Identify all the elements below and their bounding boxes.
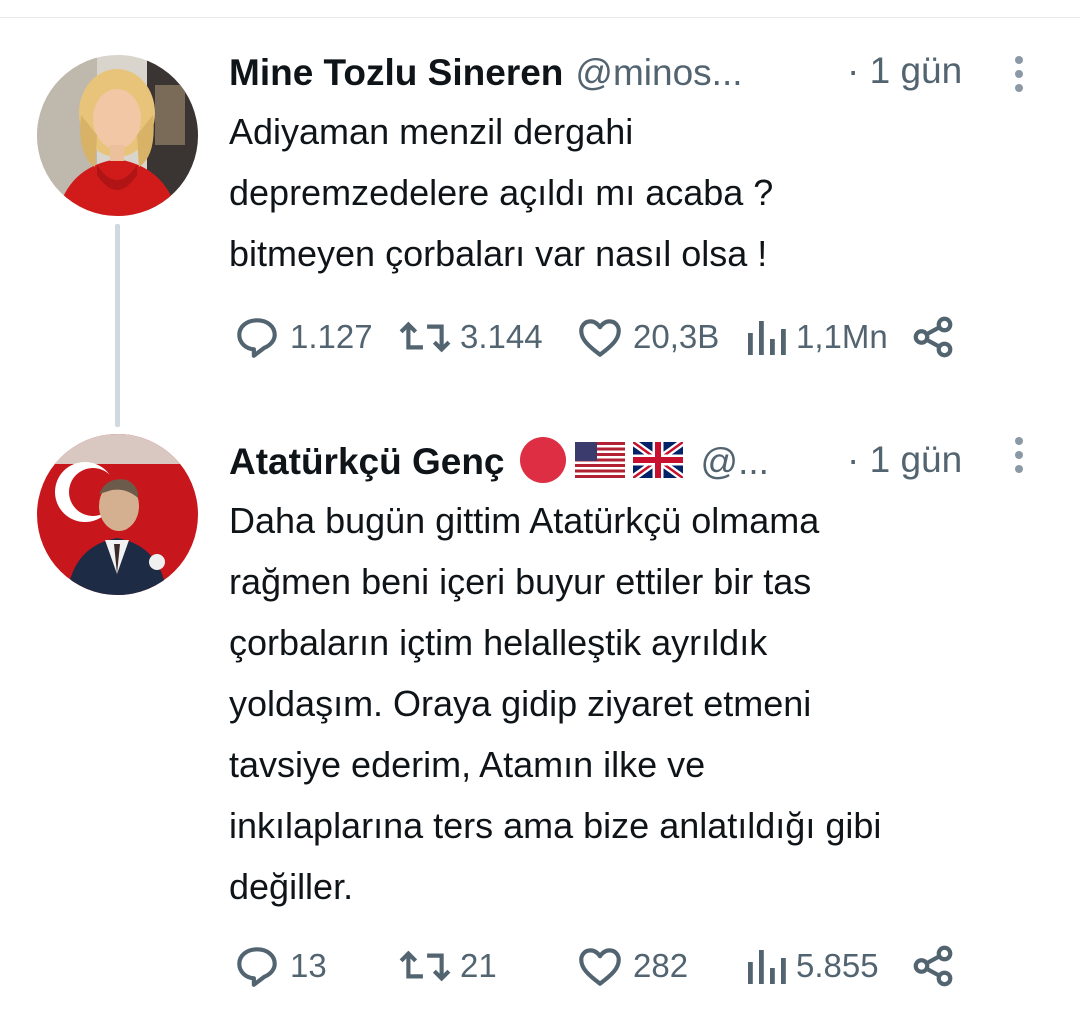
user-handle[interactable]: @... <box>701 441 769 483</box>
share-button[interactable] <box>910 312 956 362</box>
tweet-header: Atatürkçü Genç @... <box>229 436 769 489</box>
retweet-count: 3.144 <box>460 318 543 355</box>
retweet-button[interactable]: 3.144 <box>398 312 543 362</box>
reply-count: 1.127 <box>290 318 373 355</box>
views-chart-icon <box>748 321 786 355</box>
display-name[interactable]: Mine Tozlu Sineren <box>229 52 563 94</box>
avatar-mine-tozlu-sineren[interactable] <box>37 55 198 216</box>
reply-count: 13 <box>290 947 327 984</box>
retweet-button[interactable]: 21 <box>398 941 497 991</box>
tweet-time[interactable]: · 1 gün <box>847 439 962 481</box>
more-options-icon[interactable] <box>1011 437 1027 473</box>
like-count: 282 <box>633 947 689 984</box>
heart-icon <box>579 319 621 357</box>
tweet-time[interactable]: · 1 gün <box>847 50 962 92</box>
reply-button[interactable]: 13 <box>232 941 327 991</box>
display-name[interactable]: Atatürkçü Genç <box>229 441 505 483</box>
uk-flag-emoji-icon <box>630 438 685 483</box>
tweet-text: Adiyaman menzil dergahi depremzedelere a… <box>229 111 774 274</box>
tweet-actions: 1.127 3.144 20,3B 1,1Mn <box>232 312 972 362</box>
share-button[interactable] <box>910 941 956 991</box>
retweet-icon <box>399 321 451 353</box>
retweet-count: 21 <box>460 947 497 984</box>
like-count: 20,3B <box>633 318 720 355</box>
share-icon <box>913 316 953 358</box>
share-icon <box>913 945 953 987</box>
reply-button[interactable]: 1.127 <box>232 312 373 362</box>
tweet-text: Daha bugün gittim Atatürkçü olmama rağme… <box>229 500 882 907</box>
red-circle-emoji-icon <box>519 436 567 489</box>
reply-icon <box>237 947 277 987</box>
like-button[interactable]: 282 <box>575 941 688 991</box>
more-options-icon[interactable] <box>1011 56 1027 92</box>
view-count: 1,1Mn <box>796 318 888 355</box>
us-flag-emoji-icon <box>574 441 625 483</box>
top-divider <box>0 17 1080 18</box>
like-button[interactable]: 20,3B <box>575 312 719 362</box>
tweet-header: Mine Tozlu Sineren @minos... <box>229 48 743 98</box>
retweet-icon <box>399 950 451 982</box>
user-handle[interactable]: @minos... <box>575 52 742 94</box>
view-count: 5.855 <box>796 947 879 984</box>
views-chart-icon <box>748 950 786 984</box>
views-button[interactable]: 5.855 <box>744 941 879 991</box>
heart-icon <box>579 948 621 986</box>
reply-icon <box>237 318 277 358</box>
views-button[interactable]: 1,1Mn <box>744 312 888 362</box>
avatar-ataturkcu-genc[interactable] <box>37 434 198 595</box>
thread-connector-line <box>115 224 120 427</box>
tweet-actions: 13 21 282 5.855 <box>232 941 972 991</box>
